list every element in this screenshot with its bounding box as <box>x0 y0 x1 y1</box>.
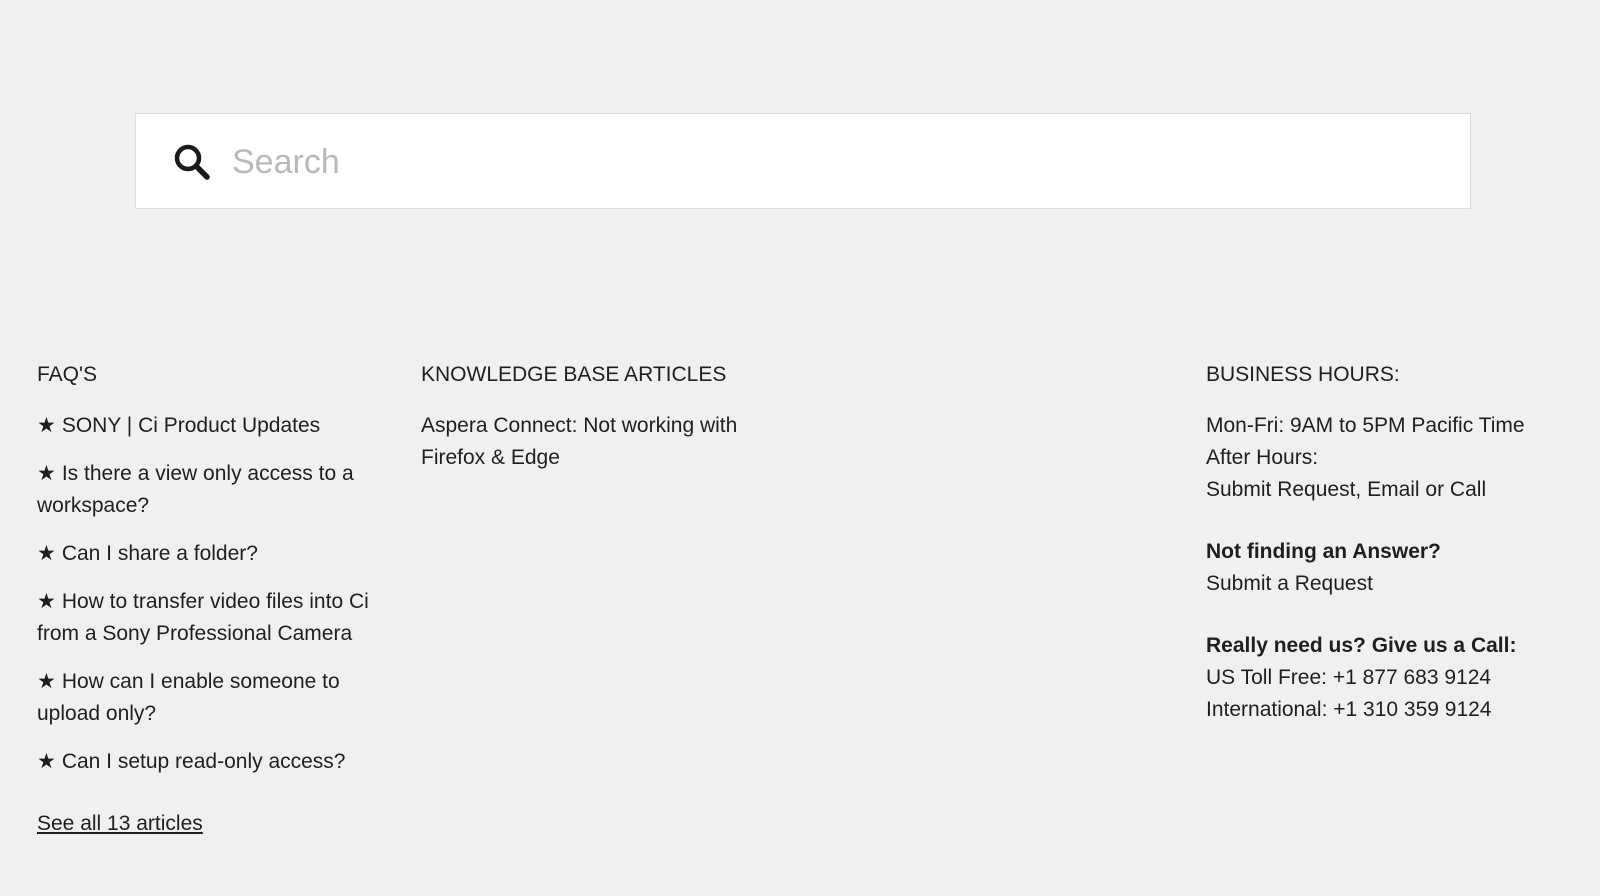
call-group: Really need us? Give us a Call: US Toll … <box>1206 630 1586 726</box>
business-hours-section: BUSINESS HOURS: Mon-Fri: 9AM to 5PM Paci… <box>1206 362 1586 756</box>
star-icon: ★ <box>37 750 56 773</box>
hours-after-label: After Hours: <box>1206 446 1319 469</box>
star-icon: ★ <box>37 590 56 613</box>
search-box[interactable] <box>135 113 1471 209</box>
submit-request-link[interactable]: Submit a Request <box>1206 568 1586 600</box>
faq-item-read-only-access[interactable]: ★ Can I setup read-only access? <box>37 746 382 778</box>
search-input[interactable] <box>232 134 1432 190</box>
faq-section: FAQ'S ★ SONY | Ci Product Updates ★ Is the… <box>37 362 382 840</box>
star-icon: ★ <box>37 414 56 437</box>
faq-item-share-folder[interactable]: ★ Can I share a folder? <box>37 538 382 570</box>
hours-after-options: Submit Request, Email or Call <box>1206 478 1487 501</box>
hours-weekday: Mon-Fri: 9AM to 5PM Pacific Time <box>1206 414 1525 437</box>
faq-item-label: Can I setup read-only access? <box>61 750 346 773</box>
business-hours-title: BUSINESS HOURS: <box>1206 363 1400 386</box>
star-icon: ★ <box>37 462 56 485</box>
faq-title: FAQ'S <box>37 363 98 386</box>
faq-item-product-updates[interactable]: ★ SONY | Ci Product Updates <box>37 410 382 442</box>
faq-item-label: Can I share a folder? <box>61 542 258 565</box>
faq-item-label: Is there a view only access to a workspa… <box>37 462 354 517</box>
star-icon: ★ <box>37 542 56 565</box>
faq-item-label: SONY | Ci Product Updates <box>61 414 321 437</box>
faq-item-upload-only[interactable]: ★ How can I enable someone to upload only… <box>37 666 382 730</box>
faq-item-transfer-video[interactable]: ★ How to transfer video files into Ci fro… <box>37 586 382 650</box>
faq-item-view-only-access[interactable]: ★ Is there a view only access to a worksp… <box>37 458 382 522</box>
not-finding-group: Not finding an Answer? Submit a Request <box>1206 536 1586 600</box>
faq-item-label: How can I enable someone to upload only? <box>37 670 340 725</box>
kb-section: KNOWLEDGE BASE ARTICLES Aspera Connect: … <box>421 362 766 474</box>
kb-title: KNOWLEDGE BASE ARTICLES <box>421 363 727 386</box>
hours-group: Mon-Fri: 9AM to 5PM Pacific Time After H… <box>1206 410 1586 506</box>
see-all-articles-link[interactable]: See all 13 articles <box>37 808 203 840</box>
not-finding-heading: Not finding an Answer? <box>1206 540 1441 563</box>
star-icon: ★ <box>37 670 56 693</box>
faq-item-label: How to transfer video files into Ci from… <box>37 590 369 645</box>
search-icon[interactable] <box>172 142 212 182</box>
call-heading: Really need us? Give us a Call: <box>1206 634 1517 657</box>
international-number: International: +1 310 359 9124 <box>1206 698 1492 721</box>
faq-list: ★ SONY | Ci Product Updates ★ Is there a v… <box>37 410 382 778</box>
us-toll-free-number: US Toll Free: +1 877 683 9124 <box>1206 666 1492 689</box>
kb-item-aspera-connect[interactable]: Aspera Connect: Not working with Firefox… <box>421 410 761 474</box>
